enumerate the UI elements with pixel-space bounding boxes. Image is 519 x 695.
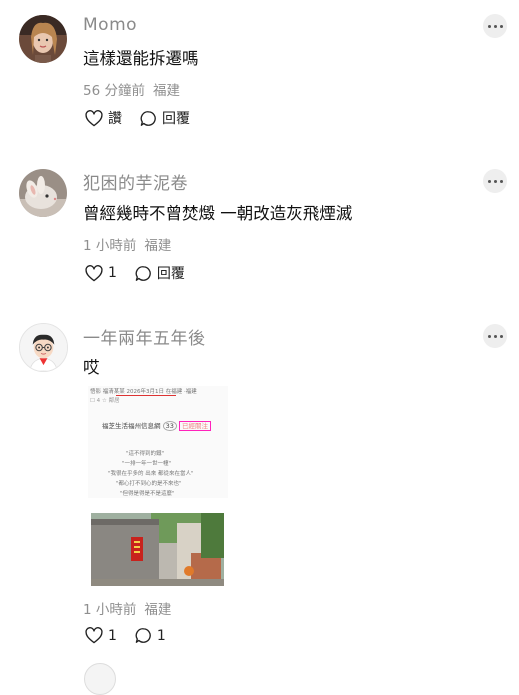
heart-icon: [85, 627, 103, 644]
comment-text: 曾經幾時不曾焚燬 一朝改造灰飛煙滅: [83, 204, 353, 223]
comment-text: 這樣還能拆遷嗎: [83, 49, 199, 68]
comment-bubble-icon: [140, 110, 156, 126]
more-options-button[interactable]: [483, 324, 507, 348]
comment-author[interactable]: 犯困的芋泥卷: [83, 169, 188, 194]
comment-time: 1 小時前: [83, 602, 137, 618]
comment-location: 福建: [144, 238, 172, 254]
comment-actions: 讚 回覆: [85, 108, 208, 128]
reply-button[interactable]: 1: [135, 627, 166, 644]
comment-bubble-icon: [135, 628, 151, 643]
reply-button[interactable]: 回覆: [135, 263, 185, 283]
next-comment-avatar[interactable]: [84, 663, 116, 695]
like-button[interactable]: 1: [85, 627, 117, 644]
comment-time: 56 分鐘前: [83, 83, 145, 99]
reply-count: 1: [156, 627, 166, 644]
avatar[interactable]: [19, 15, 67, 63]
comment-author[interactable]: 一年兩年五年後: [83, 324, 206, 349]
comment-author[interactable]: Momo: [83, 15, 137, 35]
comment-location: 福建: [144, 602, 172, 618]
like-button[interactable]: 讚: [85, 108, 122, 128]
avatar[interactable]: [19, 169, 67, 217]
reply-label: 回覆: [162, 111, 190, 127]
photo-thumbnail: [91, 513, 224, 586]
like-count: 1: [108, 627, 117, 644]
reply-label: 回覆: [156, 266, 185, 282]
comment-location: 福建: [152, 83, 180, 99]
comment-actions: 1 回覆: [85, 263, 203, 283]
more-options-button[interactable]: [483, 14, 507, 38]
like-count: 1: [108, 265, 117, 281]
more-dots-icon: [487, 24, 491, 28]
screenshot-thumbnail: 悟影 福清某某 2026年3月1日 在福建 ·福建 ☐ 4 ☆ 鄰居 福芝生活福…: [88, 386, 228, 498]
more-dots-icon: [487, 179, 491, 183]
comment-bubble-icon: [135, 265, 151, 281]
avatar[interactable]: [19, 323, 68, 372]
like-button[interactable]: 1: [85, 264, 117, 282]
comment-meta: 1 小時前 福建: [83, 598, 171, 618]
more-options-button[interactable]: [483, 169, 507, 193]
like-label: 讚: [108, 111, 122, 127]
comment-text: 哎: [83, 358, 100, 377]
comment-actions: 1 1: [85, 627, 184, 644]
comment-meta: 56 分鐘前 福建: [83, 79, 180, 99]
comment-attachment-image[interactable]: 悟影 福清某某 2026年3月1日 在福建 ·福建 ☐ 4 ☆ 鄰居 福芝生活福…: [88, 386, 228, 588]
comment-meta: 1 小時前 福建: [83, 234, 171, 254]
heart-icon: [85, 109, 103, 126]
comment-time: 1 小時前: [83, 238, 137, 254]
more-dots-icon: [487, 334, 491, 338]
heart-icon: [85, 264, 103, 281]
reply-button[interactable]: 回覆: [140, 108, 190, 128]
